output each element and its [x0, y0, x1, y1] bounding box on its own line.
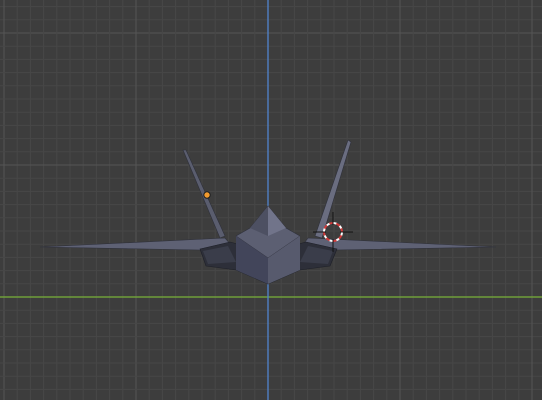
- light-object[interactable]: [203, 191, 211, 199]
- 3d-viewport[interactable]: [0, 0, 542, 400]
- viewport-grid: [0, 0, 542, 400]
- cursor-ring-red: [323, 222, 343, 242]
- light-icon: [203, 191, 211, 199]
- viewport-canvas[interactable]: [0, 0, 542, 400]
